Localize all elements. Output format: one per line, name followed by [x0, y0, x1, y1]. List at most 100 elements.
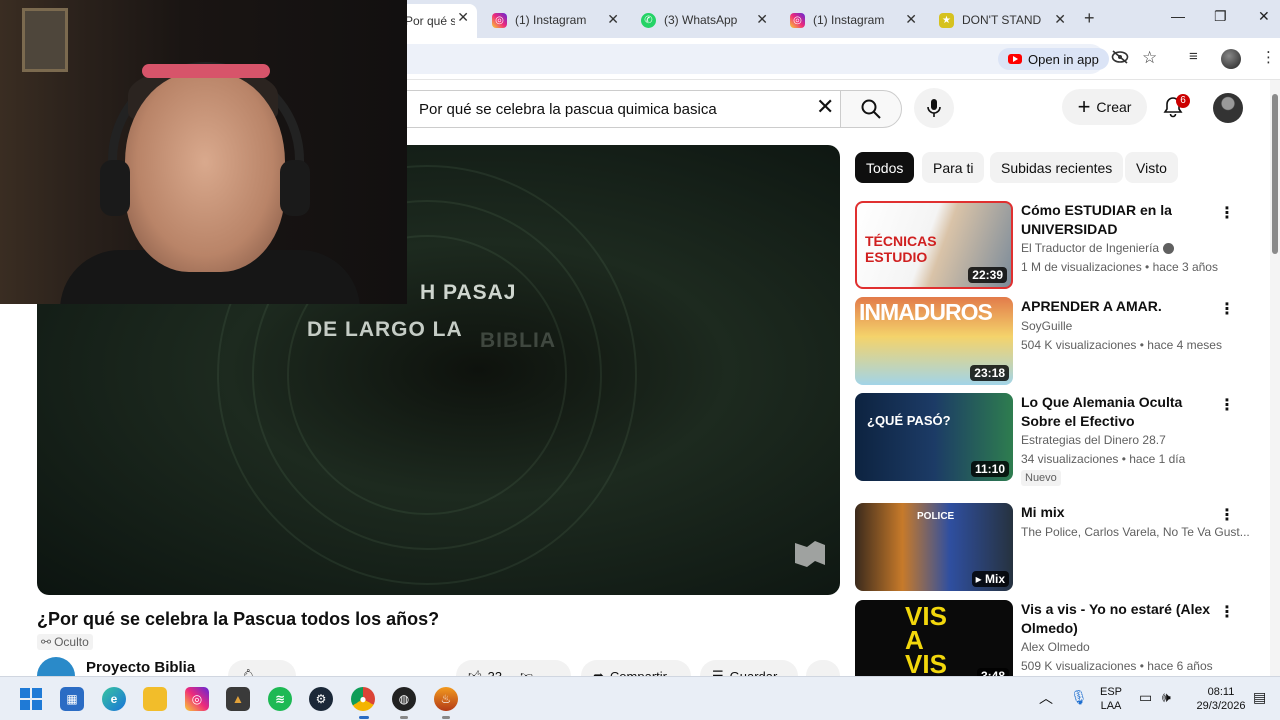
recommendation-title[interactable]: Mi mix [1021, 503, 1221, 522]
close-icon[interactable]: ✕ [607, 11, 619, 28]
recommendation-title[interactable]: APRENDER A AMAR. [1021, 297, 1221, 316]
headset-band [142, 64, 270, 78]
link-icon: ⚯ [41, 635, 52, 649]
windows-start-icon[interactable] [20, 688, 42, 710]
recommendation-channel: Alex Olmedo [1021, 640, 1090, 654]
notification-center-icon[interactable]: ▤ [1253, 689, 1266, 706]
chip-para-ti[interactable]: Para ti [922, 152, 985, 183]
recommendation-title[interactable]: Lo Que Alemania Oculta Sobre el Efectivo [1021, 393, 1221, 431]
video-overlay-text: BIBLIA [480, 329, 556, 352]
tab-dont-stand[interactable]: ★ DON'T STAND S ✕ [929, 6, 1074, 34]
more-options-icon[interactable]: ⋮ [1219, 299, 1235, 319]
profile-avatar[interactable] [1221, 49, 1241, 69]
store-icon[interactable]: ▦ [60, 687, 84, 711]
media-queue-icon[interactable]: ≡ [1189, 48, 1198, 65]
video-thumbnail[interactable]: TÉCNICAS ESTUDIO 22:39 [855, 201, 1013, 289]
recommendation-item[interactable]: VIS A VIS 3:48 Vis a vis - Yo no estaré … [855, 600, 1255, 676]
tab-instagram-2[interactable]: ◎ (1) Instagram ✕ [780, 6, 925, 34]
video-thumbnail[interactable]: POLICE ▸ Mix [855, 503, 1013, 591]
page-scrollbar[interactable] [1270, 80, 1280, 676]
notification-badge: 6 [1176, 94, 1190, 108]
video-thumbnail[interactable]: INMADUROS 23:18 [855, 297, 1013, 385]
close-icon[interactable]: ✕ [905, 11, 917, 28]
chip-todos[interactable]: Todos [855, 152, 915, 183]
recommendation-item[interactable]: POLICE ▸ Mix Mi mix The Police, Carlos V… [855, 503, 1255, 593]
thumbnail-text: POLICE [917, 511, 955, 522]
minimize-icon[interactable]: — [1171, 8, 1185, 24]
video-thumbnail[interactable]: VIS A VIS 3:48 [855, 600, 1013, 676]
webcam-overlay [0, 0, 407, 304]
microphone-icon [927, 99, 941, 117]
recommendation-channel: SoyGuille [1021, 319, 1073, 333]
tab-label: (1) Instagram [515, 13, 587, 27]
more-options-icon[interactable]: ⋮ [1219, 505, 1235, 525]
eye-off-icon[interactable] [1111, 50, 1129, 68]
account-avatar[interactable] [1213, 93, 1243, 123]
video-title: ¿Por qué se celebra la Pascua todos los … [37, 609, 440, 629]
video-duration: ▸ Mix [971, 571, 1009, 587]
tab-label: (3) WhatsApp [664, 13, 738, 27]
webcam-person-face [125, 72, 285, 272]
visibility-label: Oculto [54, 635, 89, 649]
tab-youtube[interactable]: Por qué se c ✕ [395, 4, 477, 38]
recommendation-item[interactable]: INMADUROS 23:18 APRENDER A AMAR. SoyGuil… [855, 297, 1255, 387]
search-input[interactable]: Por qué se celebra la pascua quimica bas… [370, 90, 840, 128]
window-close-icon[interactable]: ✕ [1258, 8, 1270, 25]
tab-label: (1) Instagram [813, 13, 885, 27]
chip-subidas-recientes[interactable]: Subidas recientes [990, 152, 1124, 183]
open-in-app-button[interactable]: Open in app [998, 48, 1109, 70]
star-icon: ★ [939, 12, 954, 28]
network-icon[interactable]: ▭ [1139, 689, 1152, 706]
chip-visto[interactable]: Visto [1125, 152, 1178, 183]
app-icon-flame[interactable]: ♨ [434, 687, 458, 711]
keyboard-language[interactable]: ESP LAA [1098, 685, 1124, 713]
plus-icon: + [1077, 94, 1091, 119]
bookmark-star-icon[interactable]: ☆ [1142, 48, 1157, 68]
restore-icon[interactable]: ❐ [1214, 8, 1227, 25]
more-options-icon[interactable]: ⋮ [1219, 395, 1235, 415]
instagram-icon: ◎ [492, 12, 507, 28]
verified-icon [1163, 243, 1175, 255]
video-overlay-text: DE LARGO LA [307, 318, 463, 341]
microphone-icon[interactable]: 🎙︎ [1070, 689, 1088, 706]
edge-icon[interactable]: e [102, 687, 126, 711]
recommendation-meta: 504 K visualizaciones • hace 4 meses [1021, 338, 1222, 352]
channel-name[interactable]: Proyecto Biblia [86, 659, 195, 676]
voice-search-button[interactable] [914, 88, 954, 128]
tab-whatsapp[interactable]: ✆ (3) WhatsApp ✕ [631, 6, 776, 34]
close-icon[interactable]: ✕ [457, 9, 469, 26]
chevron-up-icon[interactable]: ︿ [1039, 688, 1053, 708]
whatsapp-icon: ✆ [641, 12, 656, 28]
more-options-icon[interactable]: ⋮ [1219, 203, 1235, 223]
spotify-icon[interactable]: ≋ [268, 687, 292, 711]
recommendation-title[interactable]: Cómo ESTUDIAR en la UNIVERSIDAD [1021, 201, 1221, 239]
tab-instagram[interactable]: ◎ (1) Instagram ✕ [482, 6, 627, 34]
clock[interactable]: 08:11 29/3/2026 [1192, 685, 1250, 713]
file-explorer-icon[interactable] [143, 687, 167, 711]
search-icon [861, 99, 881, 119]
new-tab-icon[interactable]: + [1084, 8, 1095, 29]
recommendation-item[interactable]: ¿QUÉ PASÓ? 11:10 Lo Que Alemania Oculta … [855, 393, 1255, 493]
headset-earcup-right [280, 160, 310, 216]
chrome-icon[interactable]: ● [351, 687, 375, 711]
kebab-menu-icon[interactable]: ⋮ [1261, 48, 1276, 66]
scrollbar-thumb[interactable] [1272, 94, 1278, 254]
recommendation-meta: 34 visualizaciones • hace 1 día [1021, 452, 1186, 466]
close-icon[interactable]: ✕ [1054, 11, 1066, 28]
video-thumbnail[interactable]: ¿QUÉ PASÓ? 11:10 [855, 393, 1013, 481]
thumbnail-text: INMADUROS [859, 299, 993, 325]
app-icon[interactable]: ▲ [226, 687, 250, 711]
volume-icon[interactable]: 🕪︎ [1162, 689, 1171, 706]
recommendation-item[interactable]: TÉCNICAS ESTUDIO 22:39 Cómo ESTUDIAR en … [855, 201, 1255, 291]
video-duration: 11:10 [970, 461, 1009, 477]
obs-icon[interactable]: ◍ [392, 687, 416, 711]
instagram-icon[interactable]: ◎ [185, 687, 209, 711]
more-options-icon[interactable]: ⋮ [1219, 602, 1235, 622]
steam-icon[interactable]: ⚙ [309, 687, 333, 711]
search-button[interactable] [840, 90, 902, 128]
recommendation-title[interactable]: Vis a vis - Yo no estaré (Alex Olmedo) [1021, 600, 1221, 638]
create-button[interactable]: + Crear [1062, 89, 1147, 125]
visibility-badge: ⚯ Oculto [37, 634, 93, 650]
clear-search-icon[interactable]: ✕ [816, 96, 834, 118]
close-icon[interactable]: ✕ [756, 11, 768, 28]
